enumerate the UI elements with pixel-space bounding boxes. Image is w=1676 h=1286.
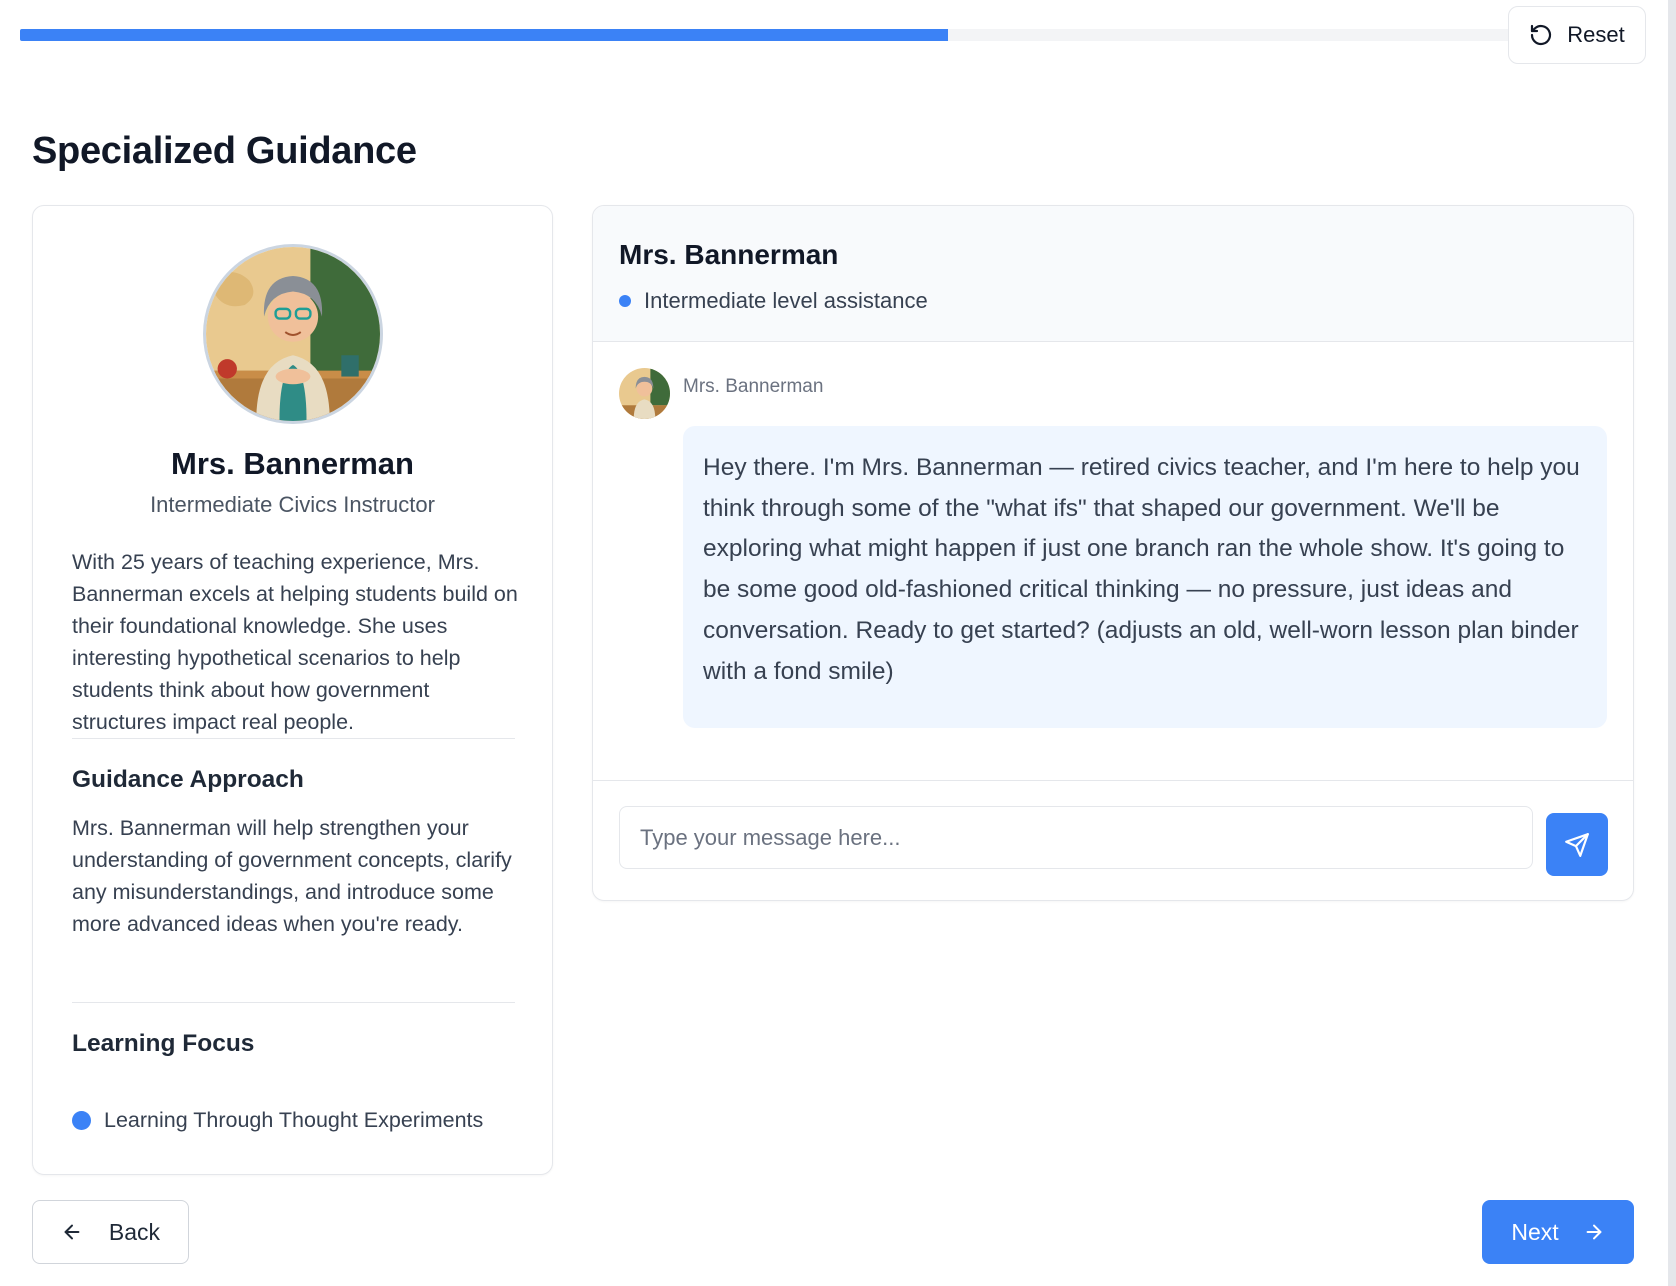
next-button-label: Next [1511, 1218, 1559, 1245]
arrow-left-icon [64, 1224, 80, 1240]
learning-focus-title: Learning Focus [72, 1030, 255, 1057]
learning-focus-item: Learning Through Thought Experiments [72, 1108, 483, 1133]
back-button-label: Back [108, 1218, 161, 1245]
section-divider [72, 1002, 515, 1003]
rotate-ccw-icon [1531, 24, 1552, 46]
chat-header: Mrs. Bannerman Intermediate level assist… [593, 206, 1633, 342]
learning-focus-label: Learning Through Thought Experiments [104, 1108, 484, 1132]
message-input[interactable] [619, 806, 1533, 869]
chat-status: Intermediate level assistance [619, 288, 928, 314]
chat-status-label: Intermediate level assistance [644, 288, 928, 313]
instructor-profile-card: Mrs. Bannerman Intermediate Civics Instr… [32, 205, 553, 1175]
chat-header-name: Mrs. Bannerman [619, 239, 839, 270]
bullet-dot-icon [72, 1111, 91, 1130]
status-dot-icon [619, 295, 631, 307]
page-title: Specialized Guidance [32, 130, 417, 172]
section-divider [72, 738, 515, 739]
progress-bar [20, 29, 1510, 41]
instructor-bio: With 25 years of teaching experience, Mr… [72, 550, 518, 734]
guidance-approach-text: Mrs. Bannerman will help strengthen your… [72, 816, 512, 936]
scrollbar-edge [1668, 0, 1676, 1286]
instructor-role: Intermediate Civics Instructor [150, 492, 435, 517]
reset-button[interactable]: Reset [1508, 6, 1646, 64]
arrow-right-icon [1586, 1224, 1602, 1240]
reset-button-label: Reset [1567, 22, 1625, 47]
message-avatar [619, 368, 670, 419]
message-bubble: Hey there. I'm Mrs. Bannerman — retired … [683, 426, 1607, 728]
guidance-approach-title: Guidance Approach [72, 766, 304, 793]
message-sender: Mrs. Bannerman [683, 376, 824, 397]
back-button[interactable]: Back [32, 1200, 189, 1264]
chat-input-area [593, 780, 1633, 900]
next-button[interactable]: Next [1482, 1200, 1634, 1264]
instructor-avatar [203, 244, 383, 424]
chat-panel: Mrs. Bannerman Intermediate level assist… [592, 205, 1634, 901]
instructor-name: Mrs. Bannerman [171, 446, 414, 481]
send-icon [1565, 832, 1589, 857]
send-button[interactable] [1546, 813, 1608, 876]
progress-bar-fill [20, 29, 949, 41]
